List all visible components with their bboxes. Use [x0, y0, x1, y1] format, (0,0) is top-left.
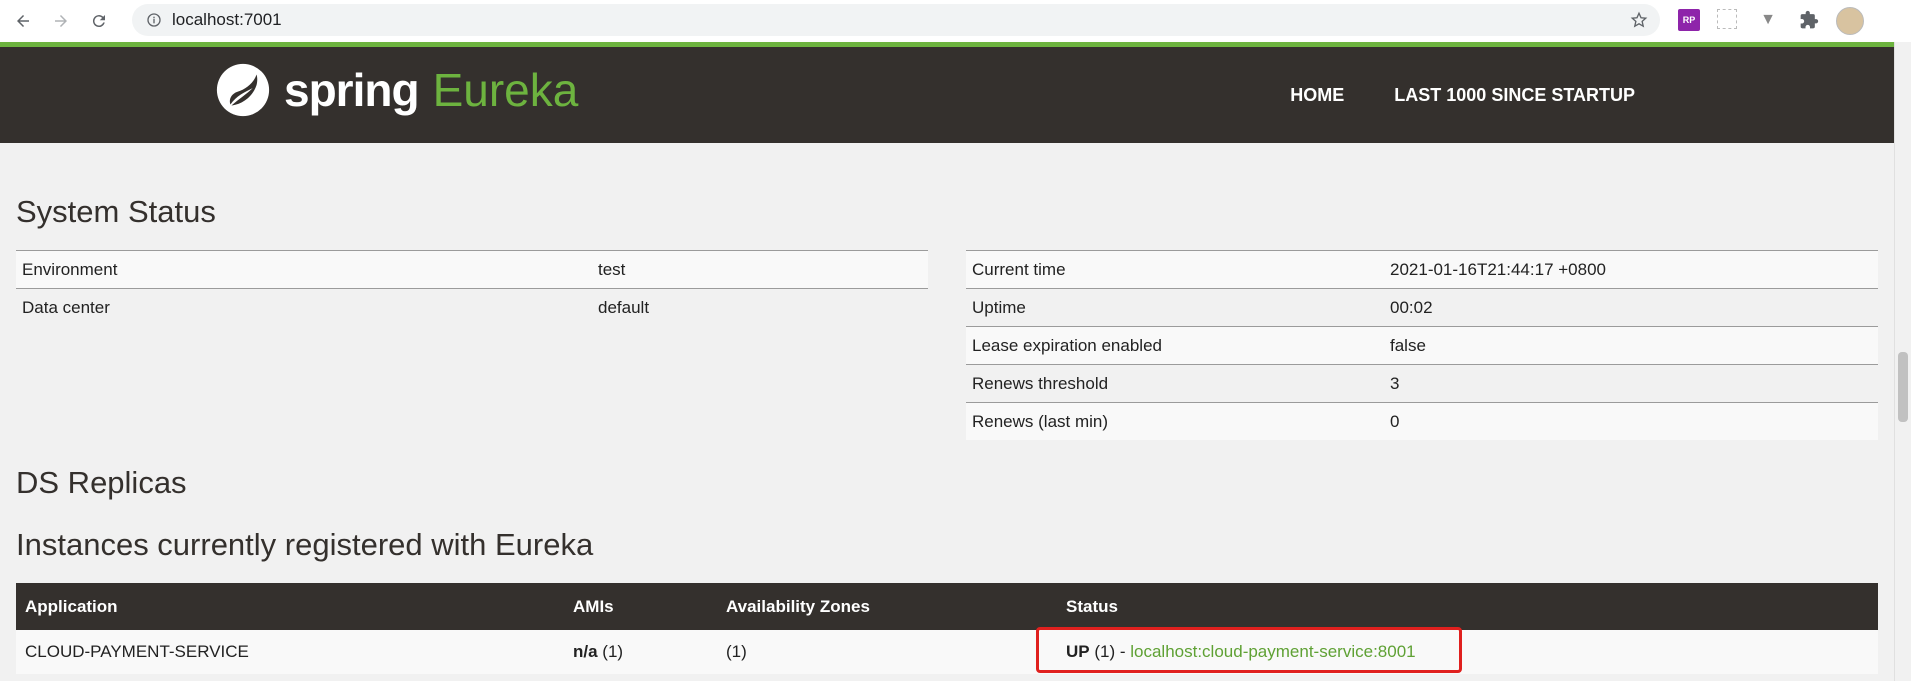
table-row: Data center default — [16, 288, 928, 326]
nav-home-link[interactable]: HOME — [1290, 85, 1344, 106]
system-status-heading: System Status — [16, 194, 216, 229]
status-key: Current time — [966, 250, 1384, 289]
table-row: Current time 2021-01-16T21:44:17 +0800 — [966, 250, 1878, 289]
status-value: 0 — [1384, 402, 1878, 440]
profile-avatar[interactable] — [1836, 7, 1864, 35]
back-arrow-icon — [17, 15, 29, 27]
table-row: Uptime 00:02 — [966, 288, 1878, 327]
grid-extension-icon[interactable] — [1717, 9, 1737, 29]
forward-arrow-icon — [55, 15, 67, 27]
instances-table: Application AMIs Availability Zones Stat… — [16, 583, 1878, 674]
table-row: Renews (last min) 0 — [966, 402, 1878, 440]
column-header-application: Application — [16, 583, 564, 630]
amis-value: n/a — [573, 642, 598, 661]
status-value: 00:02 — [1384, 288, 1878, 327]
nav-links: HOME LAST 1000 SINCE STARTUP — [1290, 85, 1635, 106]
status-value: false — [1384, 326, 1878, 365]
table-row: CLOUD-PAYMENT-SERVICE n/a (1) (1) UP (1)… — [16, 630, 1878, 674]
status-key: Renews threshold — [966, 364, 1384, 403]
amis-cell: n/a (1) — [564, 630, 717, 674]
rp-extension-icon[interactable]: RP — [1678, 9, 1700, 31]
reload-button[interactable] — [84, 6, 114, 36]
column-header-amis: AMIs — [564, 583, 717, 630]
spring-eureka-logo[interactable]: spring Eureka — [214, 61, 578, 119]
status-value: test — [592, 250, 928, 289]
vue-extension-icon[interactable]: ▼ — [1757, 9, 1779, 31]
forward-button[interactable] — [46, 6, 76, 36]
highlight-annotation — [1036, 627, 1462, 673]
status-key: Environment — [16, 250, 592, 289]
table-row: Environment test — [16, 250, 928, 289]
reload-icon — [92, 15, 105, 28]
column-header-zones: Availability Zones — [717, 583, 1057, 630]
url-text[interactable]: localhost:7001 — [172, 10, 282, 30]
status-key: Uptime — [966, 288, 1384, 327]
logo-spring-text: spring — [284, 64, 420, 116]
eureka-navbar: spring Eureka HOME LAST 1000 SINCE START… — [0, 47, 1895, 143]
status-key: Renews (last min) — [966, 402, 1384, 440]
spring-leaf-icon — [216, 63, 270, 117]
table-row: Lease expiration enabled false — [966, 326, 1878, 365]
extensions-puzzle-icon[interactable] — [1798, 9, 1820, 31]
status-key: Lease expiration enabled — [966, 326, 1384, 365]
scrollbar-thumb[interactable] — [1898, 352, 1908, 422]
application-name: CLOUD-PAYMENT-SERVICE — [16, 630, 564, 674]
back-button[interactable] — [8, 6, 38, 36]
status-value: 3 — [1384, 364, 1878, 403]
amis-count: (1) — [597, 642, 624, 661]
instances-heading: Instances currently registered with Eure… — [16, 527, 594, 562]
page-scrollbar[interactable] — [1894, 42, 1911, 681]
table-row: Renews threshold 3 — [966, 364, 1878, 403]
browser-toolbar: localhost:7001 RP ▼ — [0, 0, 1911, 43]
address-bar[interactable]: localhost:7001 — [132, 4, 1660, 36]
status-value: 2021-01-16T21:44:17 +0800 — [1384, 250, 1878, 289]
status-value: default — [592, 288, 928, 326]
zones-cell: (1) — [717, 630, 1057, 674]
info-icon[interactable] — [146, 12, 162, 28]
system-status-right-table: Current time 2021-01-16T21:44:17 +0800 U… — [966, 250, 1878, 440]
system-status-left-table: Environment test Data center default — [16, 250, 928, 326]
status-key: Data center — [16, 288, 592, 326]
table-header-row: Application AMIs Availability Zones Stat… — [16, 583, 1878, 630]
logo-eureka-text: Eureka — [432, 64, 579, 116]
column-header-status: Status — [1057, 583, 1878, 630]
bookmark-star-icon[interactable] — [1630, 11, 1648, 29]
ds-replicas-heading: DS Replicas — [16, 465, 187, 500]
nav-last-1000-link[interactable]: LAST 1000 SINCE STARTUP — [1394, 85, 1635, 106]
